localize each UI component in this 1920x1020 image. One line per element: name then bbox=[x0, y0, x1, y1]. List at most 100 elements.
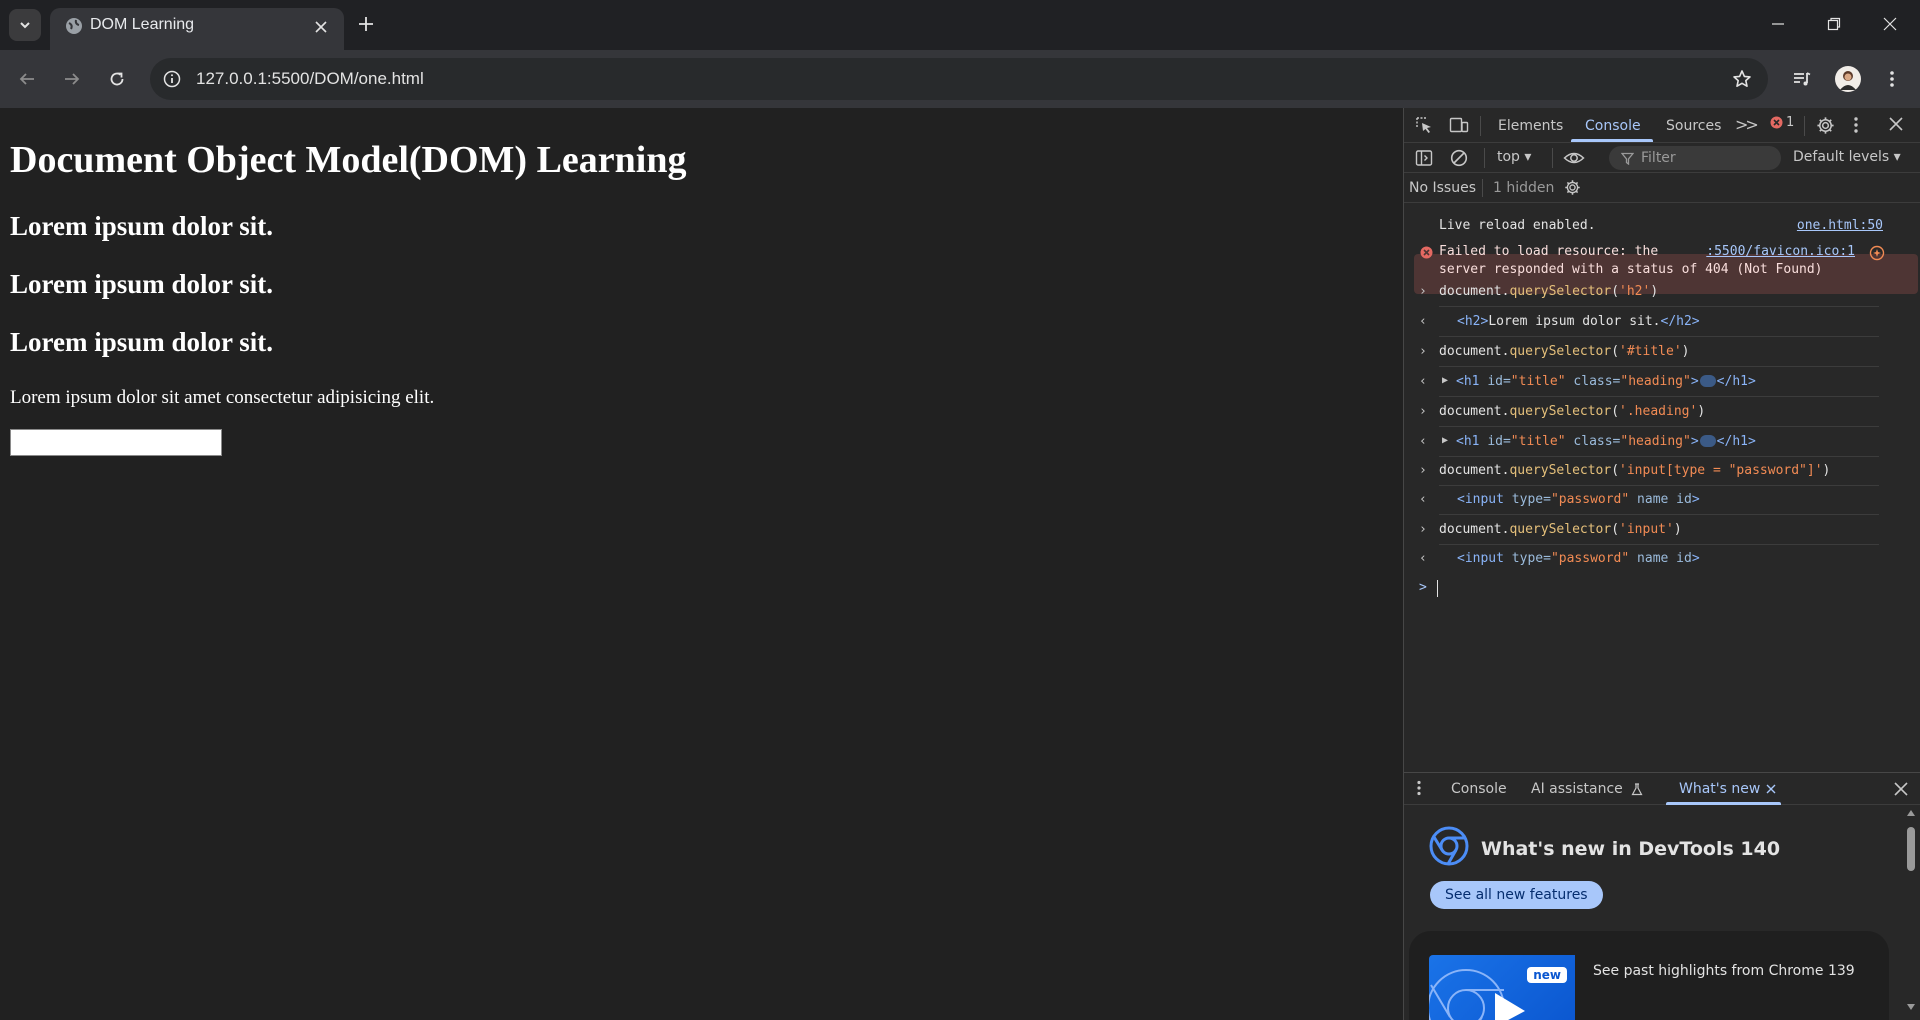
profile-avatar-button[interactable] bbox=[1832, 63, 1864, 95]
inspect-icon bbox=[1416, 117, 1431, 133]
page-heading-h2: Lorem ipsum dolor sit. bbox=[10, 327, 274, 357]
url-text[interactable]: 127.0.0.1:5500/DOM/one.html bbox=[196, 69, 424, 89]
reload-button[interactable] bbox=[101, 63, 133, 95]
back-button[interactable] bbox=[11, 63, 43, 95]
drawer-menu-button[interactable] bbox=[1416, 780, 1422, 796]
result-node[interactable]: <input type="password" name id> bbox=[1457, 492, 1700, 507]
media-controls-button[interactable] bbox=[1786, 63, 1818, 95]
result-node[interactable]: <h1 id="title" class="heading"> </h1> bbox=[1456, 374, 1756, 389]
chevron-right-icon: › bbox=[1419, 463, 1427, 478]
source-link[interactable]: :5500/favicon.ico:1 bbox=[1706, 244, 1855, 259]
browser-toolbar: 127.0.0.1:5500/DOM/one.html bbox=[0, 50, 1920, 108]
scrollbar-thumb[interactable] bbox=[1907, 827, 1915, 871]
result-node[interactable]: <h2>Lorem ipsum dolor sit.</h2> bbox=[1457, 314, 1700, 329]
new-badge: new bbox=[1527, 967, 1567, 983]
close-icon bbox=[1894, 782, 1908, 796]
console-filter-input[interactable]: Filter bbox=[1609, 146, 1781, 170]
drawer-tab-ai-assistance[interactable]: AI assistance bbox=[1531, 781, 1623, 797]
restore-button[interactable] bbox=[1806, 0, 1862, 48]
see-all-features-button[interactable]: See all new features bbox=[1430, 881, 1603, 909]
close-devtools-button[interactable] bbox=[1889, 117, 1903, 131]
collapsed-children-icon[interactable] bbox=[1699, 374, 1716, 387]
chevron-right-icon: › bbox=[1419, 284, 1427, 299]
settings-button[interactable] bbox=[1816, 116, 1835, 135]
issues-settings-button[interactable] bbox=[1564, 179, 1581, 196]
forward-button[interactable] bbox=[56, 63, 88, 95]
tab-elements[interactable]: Elements bbox=[1498, 118, 1563, 134]
site-info-icon[interactable] bbox=[163, 70, 181, 88]
log-text: Live reload enabled. bbox=[1439, 218, 1596, 233]
drawer-tab-whats-new[interactable]: What's new bbox=[1679, 781, 1760, 797]
close-icon bbox=[315, 21, 327, 33]
error-text-line-1: Failed to load resource: the bbox=[1439, 244, 1659, 259]
drawer-scrollbar[interactable] bbox=[1905, 807, 1917, 1020]
sidebar-toggle-button[interactable] bbox=[1415, 149, 1433, 167]
window-close-button[interactable] bbox=[1862, 0, 1918, 48]
context-selector[interactable]: top ▾ bbox=[1497, 149, 1531, 165]
hidden-issues-count[interactable]: 1 hidden bbox=[1493, 180, 1554, 196]
text-cursor bbox=[1437, 580, 1438, 597]
block-icon bbox=[1450, 149, 1468, 167]
log-levels-dropdown[interactable]: Default levels ▾ bbox=[1793, 149, 1901, 165]
error-count: 1 bbox=[1786, 115, 1795, 130]
close-drawer-button[interactable] bbox=[1894, 782, 1908, 796]
result-node[interactable]: <h1 id="title" class="heading"> </h1> bbox=[1456, 434, 1756, 449]
error-icon bbox=[1420, 246, 1433, 259]
more-tabs-button[interactable]: >> bbox=[1735, 115, 1759, 134]
live-expression-button[interactable] bbox=[1563, 149, 1585, 167]
command-text[interactable]: document.querySelector('#title') bbox=[1439, 344, 1689, 359]
error-count-badge[interactable]: 1 bbox=[1770, 115, 1794, 130]
collapsed-children-icon[interactable] bbox=[1699, 434, 1716, 447]
expand-triangle-icon[interactable]: ▶ bbox=[1442, 435, 1448, 446]
new-tab-button[interactable] bbox=[352, 10, 380, 38]
gear-icon bbox=[1817, 117, 1834, 134]
result-arrow-icon: ‹ bbox=[1419, 551, 1427, 566]
star-icon[interactable] bbox=[1732, 69, 1752, 89]
result-arrow-icon: ‹ bbox=[1419, 374, 1427, 389]
error-icon bbox=[1770, 116, 1783, 129]
close-icon bbox=[1883, 17, 1897, 31]
command-text[interactable]: document.querySelector('input[type = "pa… bbox=[1439, 463, 1830, 478]
devtools-menu-button[interactable] bbox=[1853, 116, 1859, 134]
scroll-down-icon[interactable] bbox=[1906, 1003, 1916, 1011]
device-toolbar-button[interactable] bbox=[1449, 116, 1469, 134]
close-icon[interactable] bbox=[1766, 784, 1776, 794]
ai-insight-icon[interactable] bbox=[1869, 245, 1885, 261]
filter-icon bbox=[1621, 152, 1634, 165]
chevron-right-icon: › bbox=[1419, 404, 1427, 419]
prompt-chevron-icon: > bbox=[1419, 580, 1427, 595]
devtools-tab-bar: Elements Console Sources >> 1 bbox=[1404, 108, 1920, 143]
filter-placeholder: Filter bbox=[1641, 150, 1676, 166]
highlights-card[interactable]: new See past highlights from Chrome 139 bbox=[1409, 931, 1889, 1020]
inspect-element-button[interactable] bbox=[1415, 116, 1433, 134]
browser-menu-button[interactable] bbox=[1876, 63, 1908, 95]
divider bbox=[1439, 456, 1879, 457]
command-text[interactable]: document.querySelector('h2') bbox=[1439, 284, 1658, 299]
result-node[interactable]: <input type="password" name id> bbox=[1457, 551, 1700, 566]
command-text[interactable]: document.querySelector('input') bbox=[1439, 522, 1682, 537]
browser-tab[interactable]: DOM Learning bbox=[50, 8, 344, 50]
tab-sources[interactable]: Sources bbox=[1666, 118, 1721, 134]
tab-search-button[interactable] bbox=[9, 9, 41, 41]
scroll-up-icon[interactable] bbox=[1906, 809, 1916, 817]
divider bbox=[1439, 485, 1879, 486]
issues-label[interactable]: No Issues bbox=[1409, 180, 1476, 196]
tab-console[interactable]: Console bbox=[1585, 118, 1641, 134]
tab-close-button[interactable] bbox=[310, 16, 332, 38]
expand-triangle-icon[interactable]: ▶ bbox=[1442, 375, 1448, 386]
minimize-button[interactable] bbox=[1750, 0, 1806, 48]
password-input[interactable] bbox=[10, 429, 222, 456]
whats-new-title: What's new in DevTools 140 bbox=[1481, 838, 1781, 860]
source-link[interactable]: one.html:50 bbox=[1797, 218, 1883, 233]
result-arrow-icon: ‹ bbox=[1419, 434, 1427, 449]
more-vertical-icon bbox=[1890, 71, 1894, 87]
highlights-thumbnail: new bbox=[1429, 955, 1575, 1020]
console-toolbar: top ▾ Filter Default levels ▾ bbox=[1404, 143, 1920, 173]
address-bar[interactable]: 127.0.0.1:5500/DOM/one.html bbox=[150, 58, 1768, 100]
sidebar-icon bbox=[1415, 150, 1433, 166]
drawer-tab-console[interactable]: Console bbox=[1451, 781, 1507, 797]
reload-icon bbox=[110, 72, 124, 86]
command-text[interactable]: document.querySelector('.heading') bbox=[1439, 404, 1705, 419]
clear-console-button[interactable] bbox=[1450, 149, 1468, 167]
arrow-right-icon bbox=[65, 73, 80, 85]
